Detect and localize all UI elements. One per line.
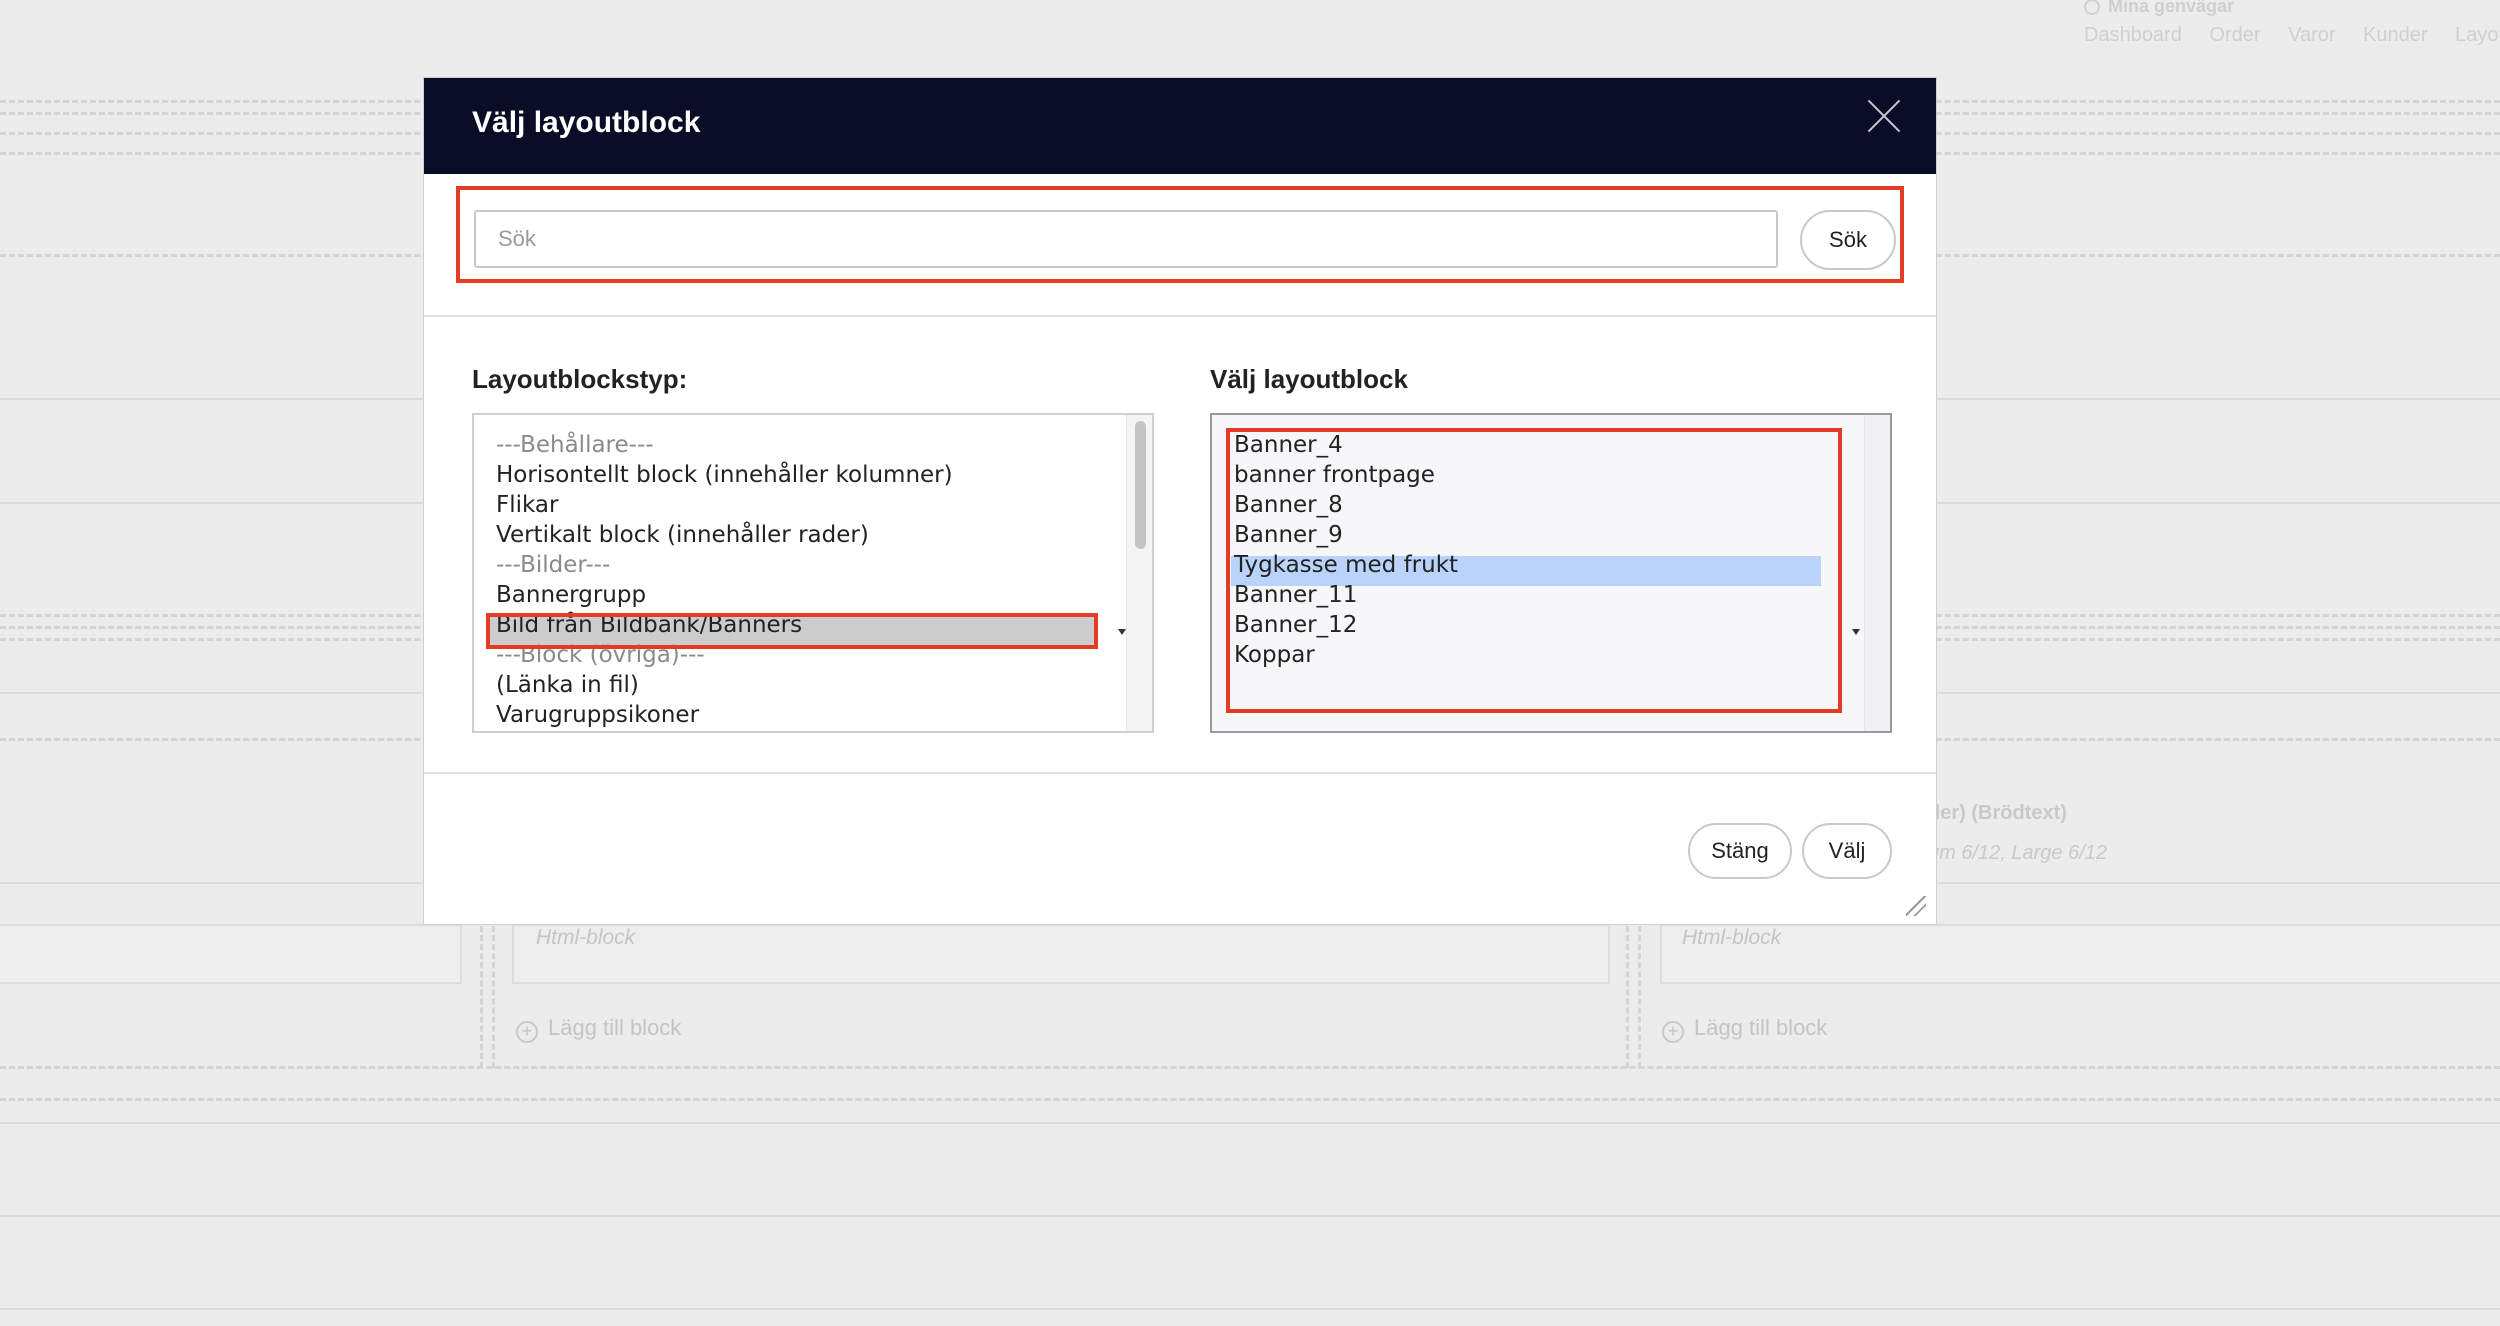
bg-column-edge xyxy=(1626,926,1629,1068)
block-list-highlight xyxy=(1226,428,1842,713)
bg-block-heading: der) (Brödtext) xyxy=(1928,802,2067,824)
close-dialog-button[interactable]: Stäng xyxy=(1688,823,1792,879)
resize-handle-icon[interactable] xyxy=(1906,896,1926,916)
search-input[interactable] xyxy=(474,210,1778,268)
bg-column-edge xyxy=(480,926,483,1068)
search-button[interactable]: Sök xyxy=(1800,210,1896,270)
caret-down-icon xyxy=(1118,629,1126,635)
scrollbar[interactable] xyxy=(1864,415,1890,731)
search-area-highlight: Sök xyxy=(456,186,1904,283)
selected-item-highlight xyxy=(486,613,1098,649)
select-button[interactable]: Välj xyxy=(1802,823,1892,879)
shortcut-link-order[interactable]: Order xyxy=(2209,24,2260,46)
list-item[interactable]: Flikar xyxy=(496,490,558,520)
layout-block-label: Välj layoutblock xyxy=(1210,364,1408,394)
bg-divider xyxy=(0,1308,2500,1310)
list-item[interactable]: Bannergrupp xyxy=(496,580,646,610)
caret-down-icon xyxy=(1852,629,1860,635)
shortcut-icon xyxy=(2084,0,2100,16)
bg-html-block-label: Html-block xyxy=(1682,926,1782,949)
layout-block-list[interactable]: Banner_4 banner frontpage Banner_8 Banne… xyxy=(1210,413,1892,733)
bg-column-edge xyxy=(492,926,495,1068)
bg-add-block-link[interactable]: + Lägg till block xyxy=(1662,1015,1827,1043)
bg-html-block-box xyxy=(512,924,1610,984)
bg-add-block-link[interactable]: + Lägg till block xyxy=(516,1015,681,1043)
scrollbar[interactable] xyxy=(1126,415,1152,731)
shortcut-link-layouteditor[interactable]: Layoutedi xyxy=(2455,24,2500,46)
scrollbar-thumb[interactable] xyxy=(1135,421,1146,549)
close-icon[interactable] xyxy=(1862,94,1906,138)
list-item[interactable]: Vertikalt block (innehåller rader) xyxy=(496,520,869,550)
dialog-title: Välj layoutblock xyxy=(472,106,701,139)
shortcut-links: Dashboard Order Varor Kunder Layoutedi xyxy=(2084,24,2500,47)
shortcut-link-varor[interactable]: Varor xyxy=(2288,24,2335,46)
shortcut-link-kunder[interactable]: Kunder xyxy=(2363,24,2428,46)
bg-divider xyxy=(0,1098,2500,1101)
list-item[interactable]: Varugruppsikoner xyxy=(496,700,699,730)
shortcut-link-dashboard[interactable]: Dashboard xyxy=(2084,24,2182,46)
layout-block-type-label: Layoutblockstyp: xyxy=(472,364,688,394)
list-item-group: ---Behållare--- xyxy=(496,432,654,458)
bg-html-block-label: Html-block xyxy=(536,926,636,949)
bg-html-block-box xyxy=(0,924,462,984)
plus-circle-icon: + xyxy=(1662,1021,1684,1043)
bg-divider xyxy=(0,1215,2500,1217)
list-item[interactable]: (Länka in fil) xyxy=(496,670,639,700)
bg-column-edge xyxy=(1638,926,1641,1068)
plus-circle-icon: + xyxy=(516,1021,538,1043)
dialog-header: Välj layoutblock xyxy=(424,78,1936,174)
layout-block-type-list[interactable]: ---Behållare--- Horisontellt block (inne… xyxy=(472,413,1154,733)
select-layout-block-dialog: Välj layoutblock Sök Layoutblockstyp: --… xyxy=(423,77,1937,925)
bg-divider xyxy=(0,1122,2500,1124)
bg-html-block-box xyxy=(1660,924,2500,984)
bg-divider xyxy=(0,1066,2500,1069)
list-item[interactable]: Horisontellt block (innehåller kolumner) xyxy=(496,460,953,490)
dialog-divider xyxy=(424,315,1936,317)
list-item-group: ---Bilder--- xyxy=(496,552,611,578)
dialog-divider xyxy=(424,772,1936,774)
shortcuts-title: Mina genvägar xyxy=(2084,0,2234,17)
bg-block-sizes: um 6/12, Large 6/12 xyxy=(1928,842,2108,864)
